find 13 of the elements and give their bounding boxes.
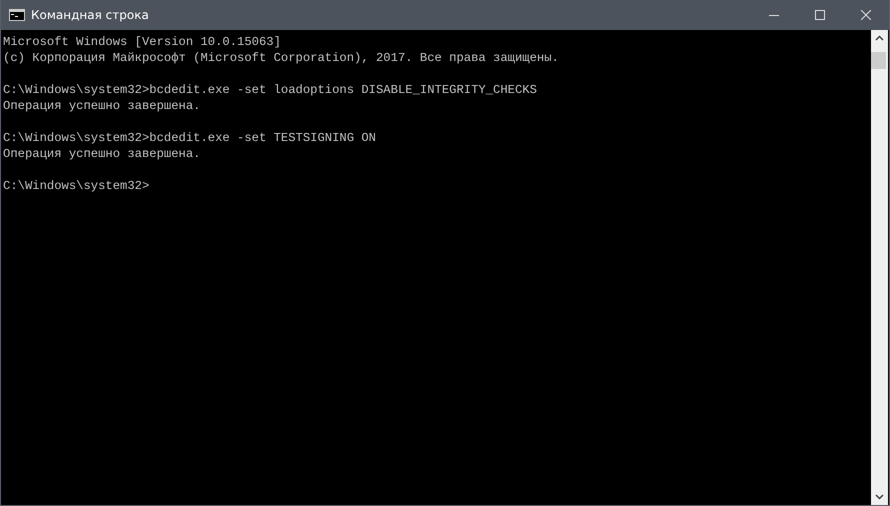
maximize-icon: [815, 10, 825, 20]
scrollbar[interactable]: [871, 30, 888, 505]
console-line: C:\Windows\system32>bcdedit.exe -set loadoptions DISABLE_INTEGRITY_CHECKS: [3, 82, 538, 98]
console-line: (c) Корпорация Майкрософт (Microsoft Corporation), 2017. Все права защищены.: [3, 50, 560, 66]
scroll-thumb[interactable]: [871, 52, 886, 69]
window-title: Командная строка: [31, 8, 150, 22]
close-icon: [861, 10, 871, 20]
console-app-icon: [9, 9, 25, 21]
console-line: C:\Windows\system32>: [3, 178, 150, 194]
console-line: Операция успешно завершена.: [3, 98, 202, 114]
console-line: Microsoft Windows [Version 10.0.15063]: [3, 34, 282, 50]
console-line: C:\Windows\system32>bcdedit.exe -set TESTSIGNING ON: [3, 130, 377, 146]
console-line: Операция успешно завершена.: [3, 146, 202, 162]
